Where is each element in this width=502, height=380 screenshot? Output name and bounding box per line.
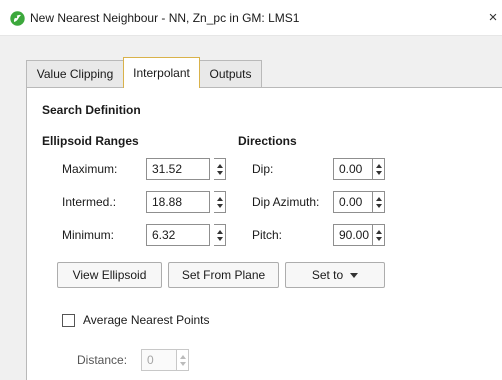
set-to-label: Set to xyxy=(311,268,344,282)
spin-down-icon[interactable] xyxy=(217,237,223,241)
spin-up-icon[interactable] xyxy=(180,355,186,359)
interpolant-panel: Search Definition Ellipsoid Ranges Direc… xyxy=(26,87,502,380)
spin-down-icon[interactable] xyxy=(180,362,186,366)
dip-azimuth-input[interactable]: 0.00 xyxy=(333,191,373,213)
close-icon[interactable]: × xyxy=(484,8,502,28)
minimum-spinner[interactable] xyxy=(214,224,226,246)
spin-up-icon[interactable] xyxy=(217,164,223,168)
dip-spinner[interactable] xyxy=(373,158,385,180)
spin-down-icon[interactable] xyxy=(376,204,382,208)
window-title: New Nearest Neighbour - NN, Zn_pc in GM:… xyxy=(30,11,300,25)
maximum-label: Maximum: xyxy=(62,162,118,176)
spin-down-icon[interactable] xyxy=(376,237,382,241)
pitch-label: Pitch: xyxy=(252,228,283,242)
average-nearest-points-label: Average Nearest Points xyxy=(83,313,210,327)
dip-azimuth-spinner[interactable] xyxy=(373,191,385,213)
tab-outputs-label: Outputs xyxy=(209,67,252,81)
spin-down-icon[interactable] xyxy=(376,171,382,175)
minimum-input[interactable]: 6.32 xyxy=(146,224,210,246)
set-to-dropdown[interactable]: Set to xyxy=(285,262,385,288)
minimum-label: Minimum: xyxy=(62,228,115,242)
dip-label: Dip: xyxy=(252,162,274,176)
spin-down-icon[interactable] xyxy=(217,171,223,175)
leapfrog-app-icon xyxy=(10,11,25,26)
spin-up-icon[interactable] xyxy=(376,197,382,201)
view-ellipsoid-button[interactable]: View Ellipsoid xyxy=(57,262,162,288)
tab-value-clipping-label: Value Clipping xyxy=(36,67,114,81)
search-definition-heading: Search Definition xyxy=(42,103,141,117)
tab-value-clipping[interactable]: Value Clipping xyxy=(26,60,124,87)
dip-azimuth-label: Dip Azimuth: xyxy=(252,195,320,209)
set-from-plane-label: Set From Plane xyxy=(181,268,266,282)
maximum-input[interactable]: 31.52 xyxy=(146,158,210,180)
pitch-input[interactable]: 90.00 xyxy=(333,224,373,246)
average-nearest-points-checkbox[interactable] xyxy=(62,314,75,327)
distance-label: Distance: xyxy=(77,353,128,367)
distance-spinner[interactable] xyxy=(177,349,189,371)
spin-down-icon[interactable] xyxy=(217,204,223,208)
pitch-spinner[interactable] xyxy=(373,224,385,246)
intermed-spinner[interactable] xyxy=(214,191,226,213)
spin-up-icon[interactable] xyxy=(217,197,223,201)
ellipsoid-ranges-heading: Ellipsoid Ranges xyxy=(42,134,139,148)
distance-input[interactable]: 0 xyxy=(141,349,177,371)
intermed-input[interactable]: 18.88 xyxy=(146,191,210,213)
tab-interpolant-label: Interpolant xyxy=(133,66,190,80)
set-from-plane-button[interactable]: Set From Plane xyxy=(168,262,279,288)
maximum-spinner[interactable] xyxy=(214,158,226,180)
spin-up-icon[interactable] xyxy=(376,164,382,168)
spin-up-icon[interactable] xyxy=(217,230,223,234)
title-bar: New Nearest Neighbour - NN, Zn_pc in GM:… xyxy=(0,0,502,36)
chevron-down-icon xyxy=(350,273,359,279)
tab-interpolant[interactable]: Interpolant xyxy=(123,57,200,88)
dip-input[interactable]: 0.00 xyxy=(333,158,373,180)
view-ellipsoid-label: View Ellipsoid xyxy=(72,268,147,282)
intermed-label: Intermed.: xyxy=(62,195,117,209)
tab-outputs[interactable]: Outputs xyxy=(199,60,262,87)
directions-heading: Directions xyxy=(238,134,297,148)
spin-up-icon[interactable] xyxy=(376,230,382,234)
